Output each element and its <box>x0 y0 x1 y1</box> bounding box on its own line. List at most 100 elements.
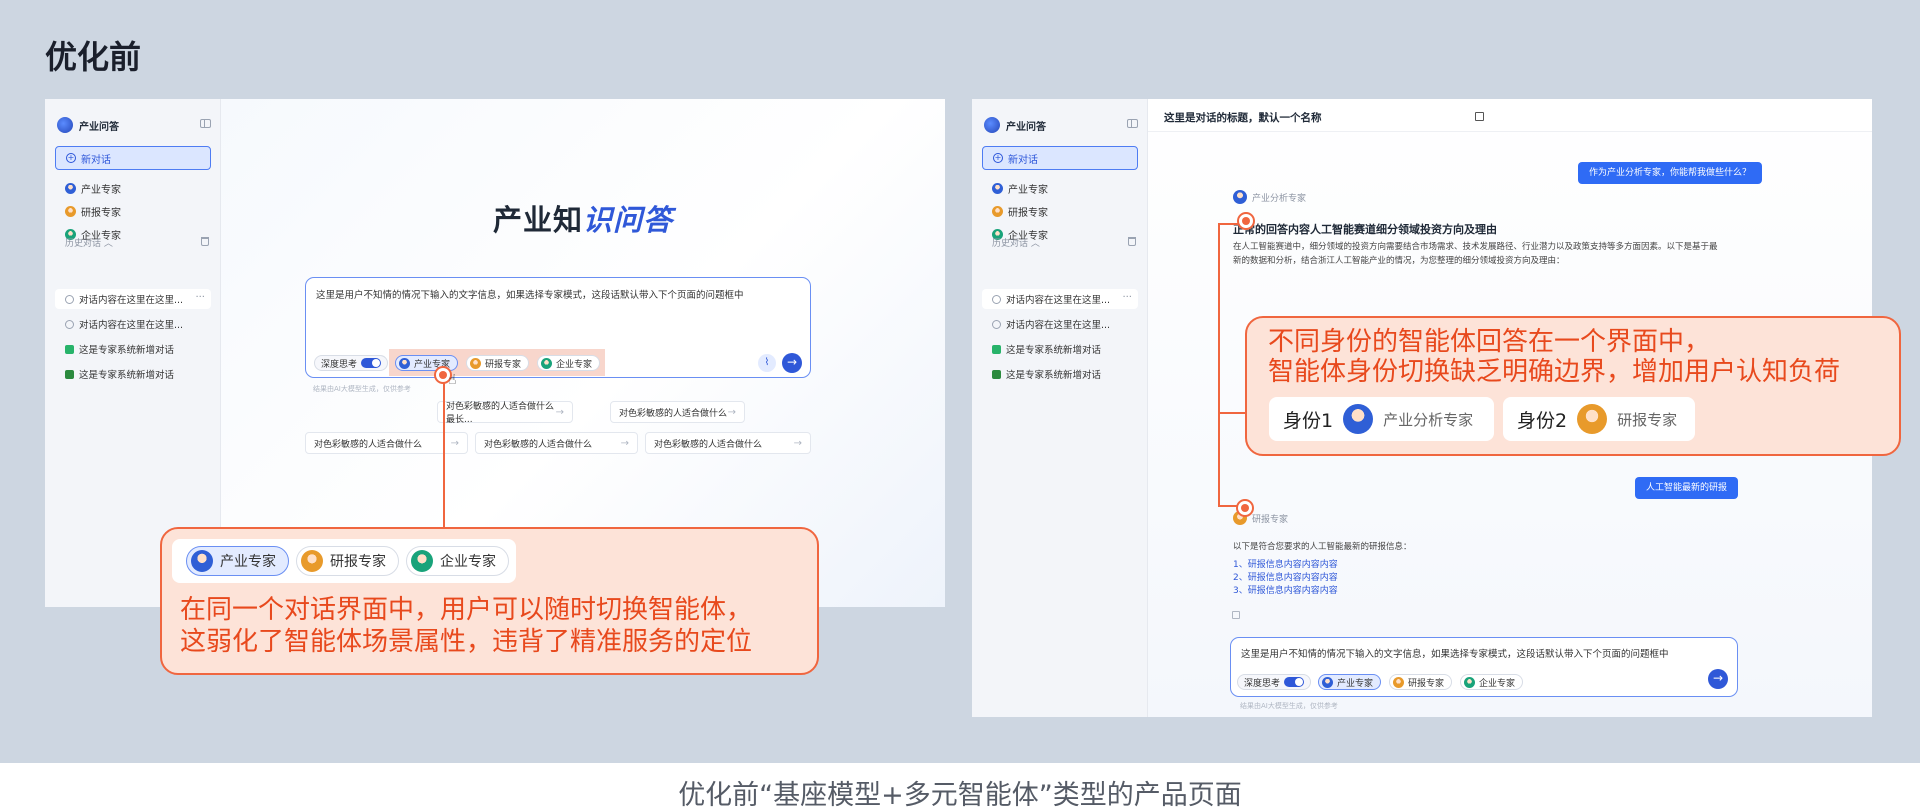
toggle-switch[interactable] <box>1284 677 1305 687</box>
expert-avatar-orange-icon <box>65 205 76 217</box>
report-link[interactable]: 2、研报信息内容内容内容 <box>1233 572 1338 585</box>
plus-icon: + <box>66 153 76 163</box>
toggle-switch[interactable] <box>361 358 382 368</box>
send-button[interactable]: → <box>1708 669 1728 689</box>
identity-label: 身份2 <box>1517 409 1568 432</box>
deep-think-toggle[interactable]: 深度思考 <box>1237 674 1312 690</box>
chip-label: 研报专家 <box>1408 678 1445 689</box>
expert-avatar-blue-icon <box>399 357 410 369</box>
chat-title[interactable]: 这里是对话的标题，默认一个名称 <box>1164 110 1322 125</box>
sidebar-item-label: 研报专家 <box>1008 207 1048 219</box>
expert-avatar-blue-icon <box>1233 190 1247 204</box>
question-input[interactable]: 这里是用户不知情的情况下输入的文字信息，如果选择专家模式，这段话默认带入下个页面… <box>316 287 744 301</box>
chat-icon <box>65 294 74 304</box>
edit-icon <box>65 369 74 379</box>
question-input-box[interactable]: 这里是用户不知情的情况下输入的文字信息，如果选择专家模式，这段话默认带入下个页面… <box>305 277 811 378</box>
page-heading: 优化前 <box>45 38 142 76</box>
history-item[interactable]: 对话内容在这里在这里... <box>982 314 1138 334</box>
chip-industry-expert[interactable]: 产业专家 <box>1318 674 1382 690</box>
arrow-right-icon: → <box>727 406 736 418</box>
suggestion-item[interactable]: 对色彩敏感的人适合做什么 → <box>645 432 811 454</box>
chip-enterprise-expert[interactable]: 企业专家 <box>537 355 601 371</box>
expert-avatar-blue-icon <box>65 182 76 194</box>
more-icon[interactable]: ··· <box>195 292 205 303</box>
chip-label: 企业专家 <box>1479 678 1516 689</box>
agent-name: 产业分析专家 <box>1252 193 1307 204</box>
edit-icon <box>992 369 1001 379</box>
history-item[interactable]: 这是专家系统新增对话 <box>55 339 211 359</box>
callout-connector-line <box>443 374 445 527</box>
expert-avatar-blue-icon <box>992 182 1003 194</box>
sidebar-item-label: 产业专家 <box>81 184 121 196</box>
chip-label: 研报专家 <box>330 554 386 570</box>
sidebar-item-report-expert[interactable]: 研报专家 <box>65 203 121 219</box>
new-chat-label: 新对话 <box>1008 154 1038 166</box>
sidebar-item-label: 研报专家 <box>81 207 121 219</box>
attach-icon[interactable]: ⌇ <box>758 354 776 372</box>
callout-identity-confusion: 不同身份的智能体回答在一个界面中， 智能体身份切换缺乏明确边界，增加用户认知负荷… <box>1245 316 1901 456</box>
user-message: 作为产业分析专家，你能帮我做些什么？ <box>1578 162 1763 184</box>
sidebar-item-industry-expert[interactable]: 产业专家 <box>992 180 1048 196</box>
callout-text-line2: 这弱化了智能体场景属性，违背了精准服务的定位 <box>180 627 753 657</box>
answer-intro: 以下是符合您要求的人工智能最新的研报信息： <box>1233 542 1412 552</box>
callout-text-line1: 在同一个对话界面中，用户可以随时切换智能体， <box>180 595 753 625</box>
callout-marker <box>1237 212 1255 230</box>
chat-icon <box>992 294 1001 304</box>
trash-icon[interactable] <box>1128 237 1136 246</box>
question-input-box[interactable]: 这里是用户不知情的情况下输入的文字信息，如果选择专家模式，这段话默认带入下个页面… <box>1230 637 1738 697</box>
history-item-label: 对话内容在这里在这里... <box>1006 320 1111 331</box>
copy-icon[interactable] <box>1232 611 1240 619</box>
agent-name: 研报专家 <box>1252 514 1289 525</box>
history-item[interactable]: 这是专家系统新增对话 <box>982 339 1138 359</box>
more-icon[interactable]: ··· <box>1122 292 1132 303</box>
sidebar-item-report-expert[interactable]: 研报专家 <box>992 203 1048 219</box>
answer-title: 正常的回答内容人工智能赛道细分领域投资方向及理由 <box>1233 223 1497 236</box>
expert-avatar-blue-icon <box>1322 676 1333 688</box>
report-link[interactable]: 3、研报信息内容内容内容 <box>1233 585 1338 598</box>
callout-chip-enterprise-expert: 企业专家 <box>406 546 509 576</box>
new-chat-button[interactable]: + 新对话 <box>55 146 211 170</box>
app-title: 产业问答 <box>1006 121 1046 133</box>
history-label[interactable]: 历史对话 ︿ <box>65 236 113 249</box>
callout-connector-line <box>1218 412 1246 414</box>
hero-title-prefix: 产业知 <box>492 203 583 237</box>
history-label[interactable]: 历史对话 ︿ <box>992 236 1040 249</box>
suggestion-item[interactable]: 对色彩敏感的人适合做什么最长... → <box>437 401 573 425</box>
question-input[interactable]: 这里是用户不知情的情况下输入的文字信息，如果选择专家模式，这段话默认带入下个页面… <box>1241 646 1669 660</box>
chip-enterprise-expert[interactable]: 企业专家 <box>1460 674 1524 690</box>
suggestion-item[interactable]: 对色彩敏感的人适合做什么 → <box>475 432 638 454</box>
sidebar-item-industry-expert[interactable]: 产业专家 <box>65 180 121 196</box>
history-item[interactable]: 这是专家系统新增对话 <box>55 364 211 384</box>
chip-label: 产业专家 <box>1337 678 1374 689</box>
edit-title-icon[interactable] <box>1475 112 1484 121</box>
sidebar-collapse-icon[interactable] <box>200 119 211 128</box>
app-logo-icon <box>984 117 1000 133</box>
deep-think-toggle[interactable]: 深度思考 <box>314 355 389 371</box>
answer-line: 在人工智能赛道中，细分领域的投资方向需要结合市场需求、技术发展路径、行业潜力以及… <box>1233 242 1718 252</box>
sidebar-collapse-icon[interactable] <box>1127 119 1138 128</box>
hero-title-accent: 识问答 <box>583 203 674 237</box>
history-item[interactable]: 这是专家系统新增对话 <box>982 364 1138 384</box>
chat-icon <box>65 319 74 329</box>
callout-chip-report-expert: 研报专家 <box>296 546 399 576</box>
history-item[interactable]: 对话内容在这里在这里... <box>55 314 211 334</box>
expert-avatar-blue-icon <box>191 550 213 572</box>
expert-avatar-blue-icon <box>1343 404 1374 434</box>
chip-report-expert[interactable]: 研报专家 <box>466 355 530 371</box>
chip-report-expert[interactable]: 研报专家 <box>1389 674 1453 690</box>
history-item-label: 这是专家系统新增对话 <box>79 370 175 381</box>
callout-marker <box>1236 499 1254 517</box>
report-link[interactable]: 1、研报信息内容内容内容 <box>1233 559 1338 572</box>
callout-text-line2: 智能体身份切换缺乏明确边界，增加用户认知负荷 <box>1268 357 1841 387</box>
new-chat-button[interactable]: + 新对话 <box>982 146 1138 170</box>
answer-line: 新的数据和分析，结合浙江人工智能产业的情况，为您整理的细分领域投资方向及理由： <box>1233 256 1565 266</box>
send-button[interactable]: → <box>782 353 802 373</box>
history-item[interactable]: 对话内容在这里在这里... ··· <box>982 289 1138 309</box>
history-item-label: 对话内容在这里在这里... <box>79 295 184 306</box>
trash-icon[interactable] <box>201 237 209 246</box>
suggestion-item[interactable]: 对色彩敏感的人适合做什么 → <box>610 401 745 423</box>
sidebar: 产业问答 + 新对话 产业专家 研报专家 企业专家 历史对话 ︿ 对话内容在这里… <box>972 99 1148 717</box>
identity-card-2: 身份2 研报专家 <box>1503 397 1695 441</box>
history-item[interactable]: 对话内容在这里在这里... ··· <box>55 289 211 309</box>
chip-label: 研报专家 <box>485 359 522 370</box>
